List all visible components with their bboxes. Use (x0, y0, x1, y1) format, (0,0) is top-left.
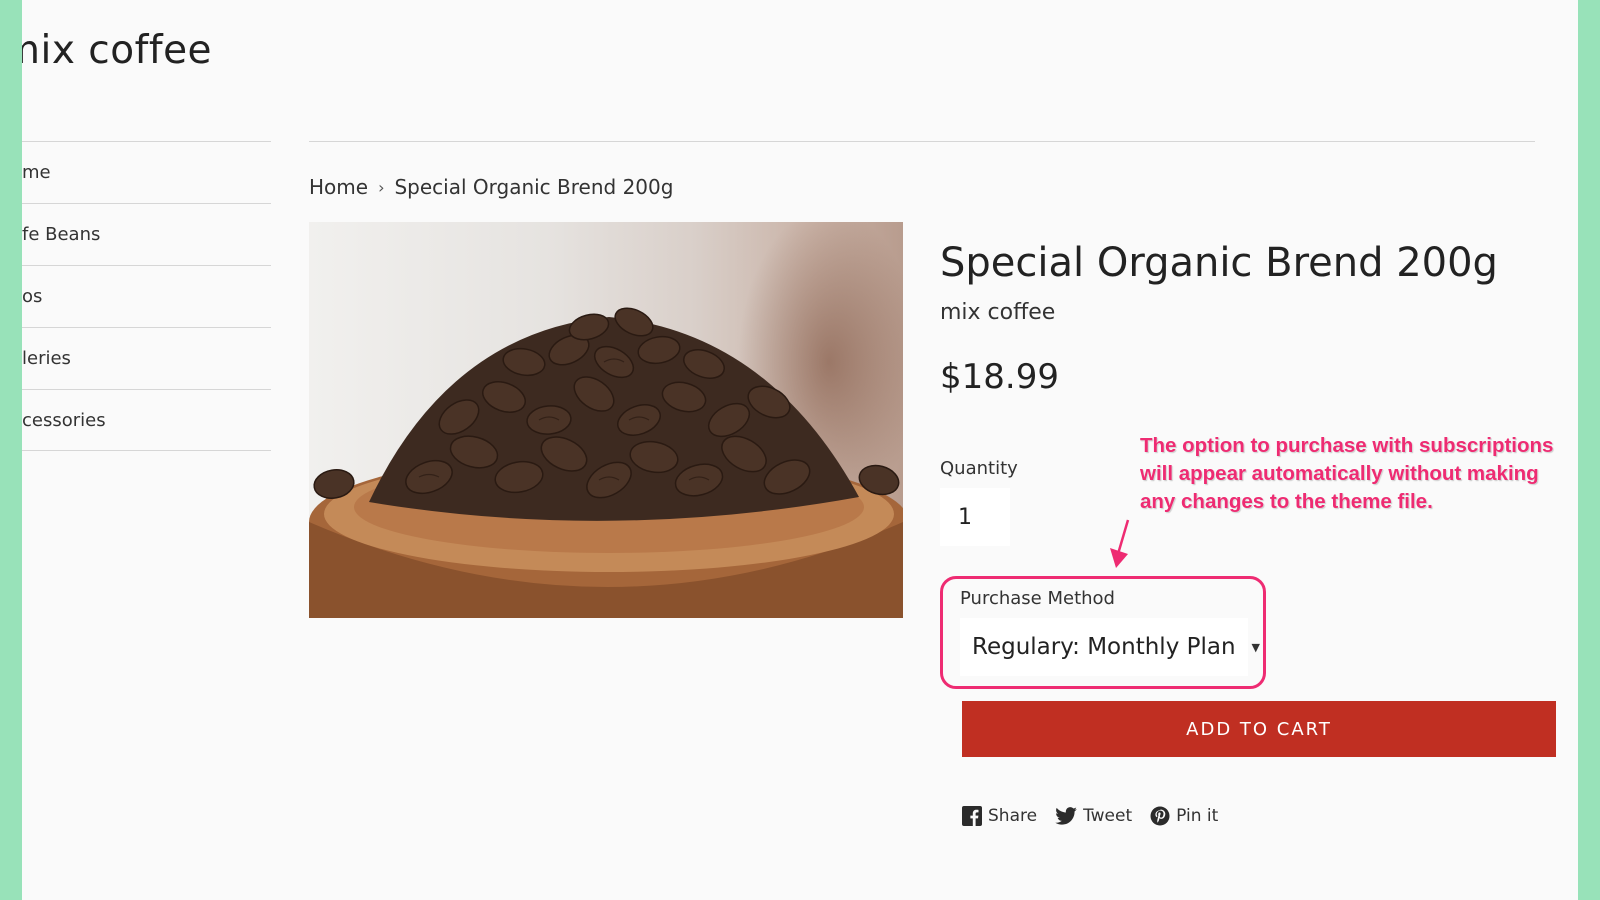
annotation-callout: The option to purchase with subscription… (1140, 432, 1578, 516)
twitter-icon (1055, 807, 1077, 825)
annotation-line: any changes to the theme file. (1140, 490, 1433, 513)
sidebar-item-drips[interactable]: os (22, 265, 271, 327)
add-to-cart-button[interactable]: ADD TO CART (962, 701, 1556, 757)
tweet-label: Tweet (1083, 806, 1133, 826)
pinterest-icon (1150, 806, 1170, 826)
pin-label: Pin it (1176, 806, 1219, 826)
annotation-line: The option to purchase with subscription… (1140, 434, 1554, 457)
product-vendor: mix coffee (940, 300, 1056, 325)
sidebar-item-label: leries (22, 348, 71, 369)
sidebar-item-label: cessories (22, 409, 106, 431)
chevron-down-icon: ▼ (1251, 640, 1261, 654)
sidebar-nav: me fe Beans os leries cessories (22, 141, 271, 451)
facebook-icon (962, 806, 982, 826)
social-sharing: Share Tweet Pin it (962, 806, 1218, 826)
share-facebook-link[interactable]: Share (962, 806, 1037, 826)
purchase-method-label: Purchase Method (960, 588, 1115, 609)
sidebar-item-accessories[interactable]: cessories (22, 389, 271, 451)
purchase-method-value: Regulary: Monthly Plan (972, 634, 1236, 660)
quantity-input[interactable] (940, 488, 1010, 546)
product-price: $18.99 (940, 357, 1059, 397)
tweet-link[interactable]: Tweet (1055, 806, 1132, 826)
breadcrumb-current: Special Organic Brend 200g (394, 175, 674, 199)
store-logo[interactable]: mix coffee (22, 28, 212, 73)
sidebar-item-galleries[interactable]: leries (22, 327, 271, 389)
sidebar-item-label: os (22, 286, 43, 307)
purchase-method-select[interactable]: Regulary: Monthly Plan ▼ (960, 618, 1260, 676)
pin-link[interactable]: Pin it (1150, 806, 1218, 826)
coffee-beans-bowl-illustration (309, 307, 903, 618)
store-page: mix coffee me fe Beans os leries cessori… (22, 0, 1578, 900)
sidebar-item-coffee-beans[interactable]: fe Beans (22, 203, 271, 265)
breadcrumb-separator: › (378, 177, 385, 197)
breadcrumb: Home › Special Organic Brend 200g (309, 175, 673, 199)
share-label: Share (988, 806, 1038, 826)
sidebar-item-label: me (22, 162, 51, 183)
annotation-line: will appear automatically without making (1140, 462, 1539, 485)
quantity-label: Quantity (940, 458, 1018, 479)
breadcrumb-home-link[interactable]: Home (309, 175, 368, 199)
sidebar-item-home[interactable]: me (22, 141, 271, 203)
product-image[interactable] (309, 222, 903, 618)
product-title: Special Organic Brend 200g (940, 240, 1498, 286)
header-divider (309, 141, 1535, 142)
annotation-arrow (1110, 519, 1130, 568)
sidebar-item-label: fe Beans (22, 224, 101, 245)
